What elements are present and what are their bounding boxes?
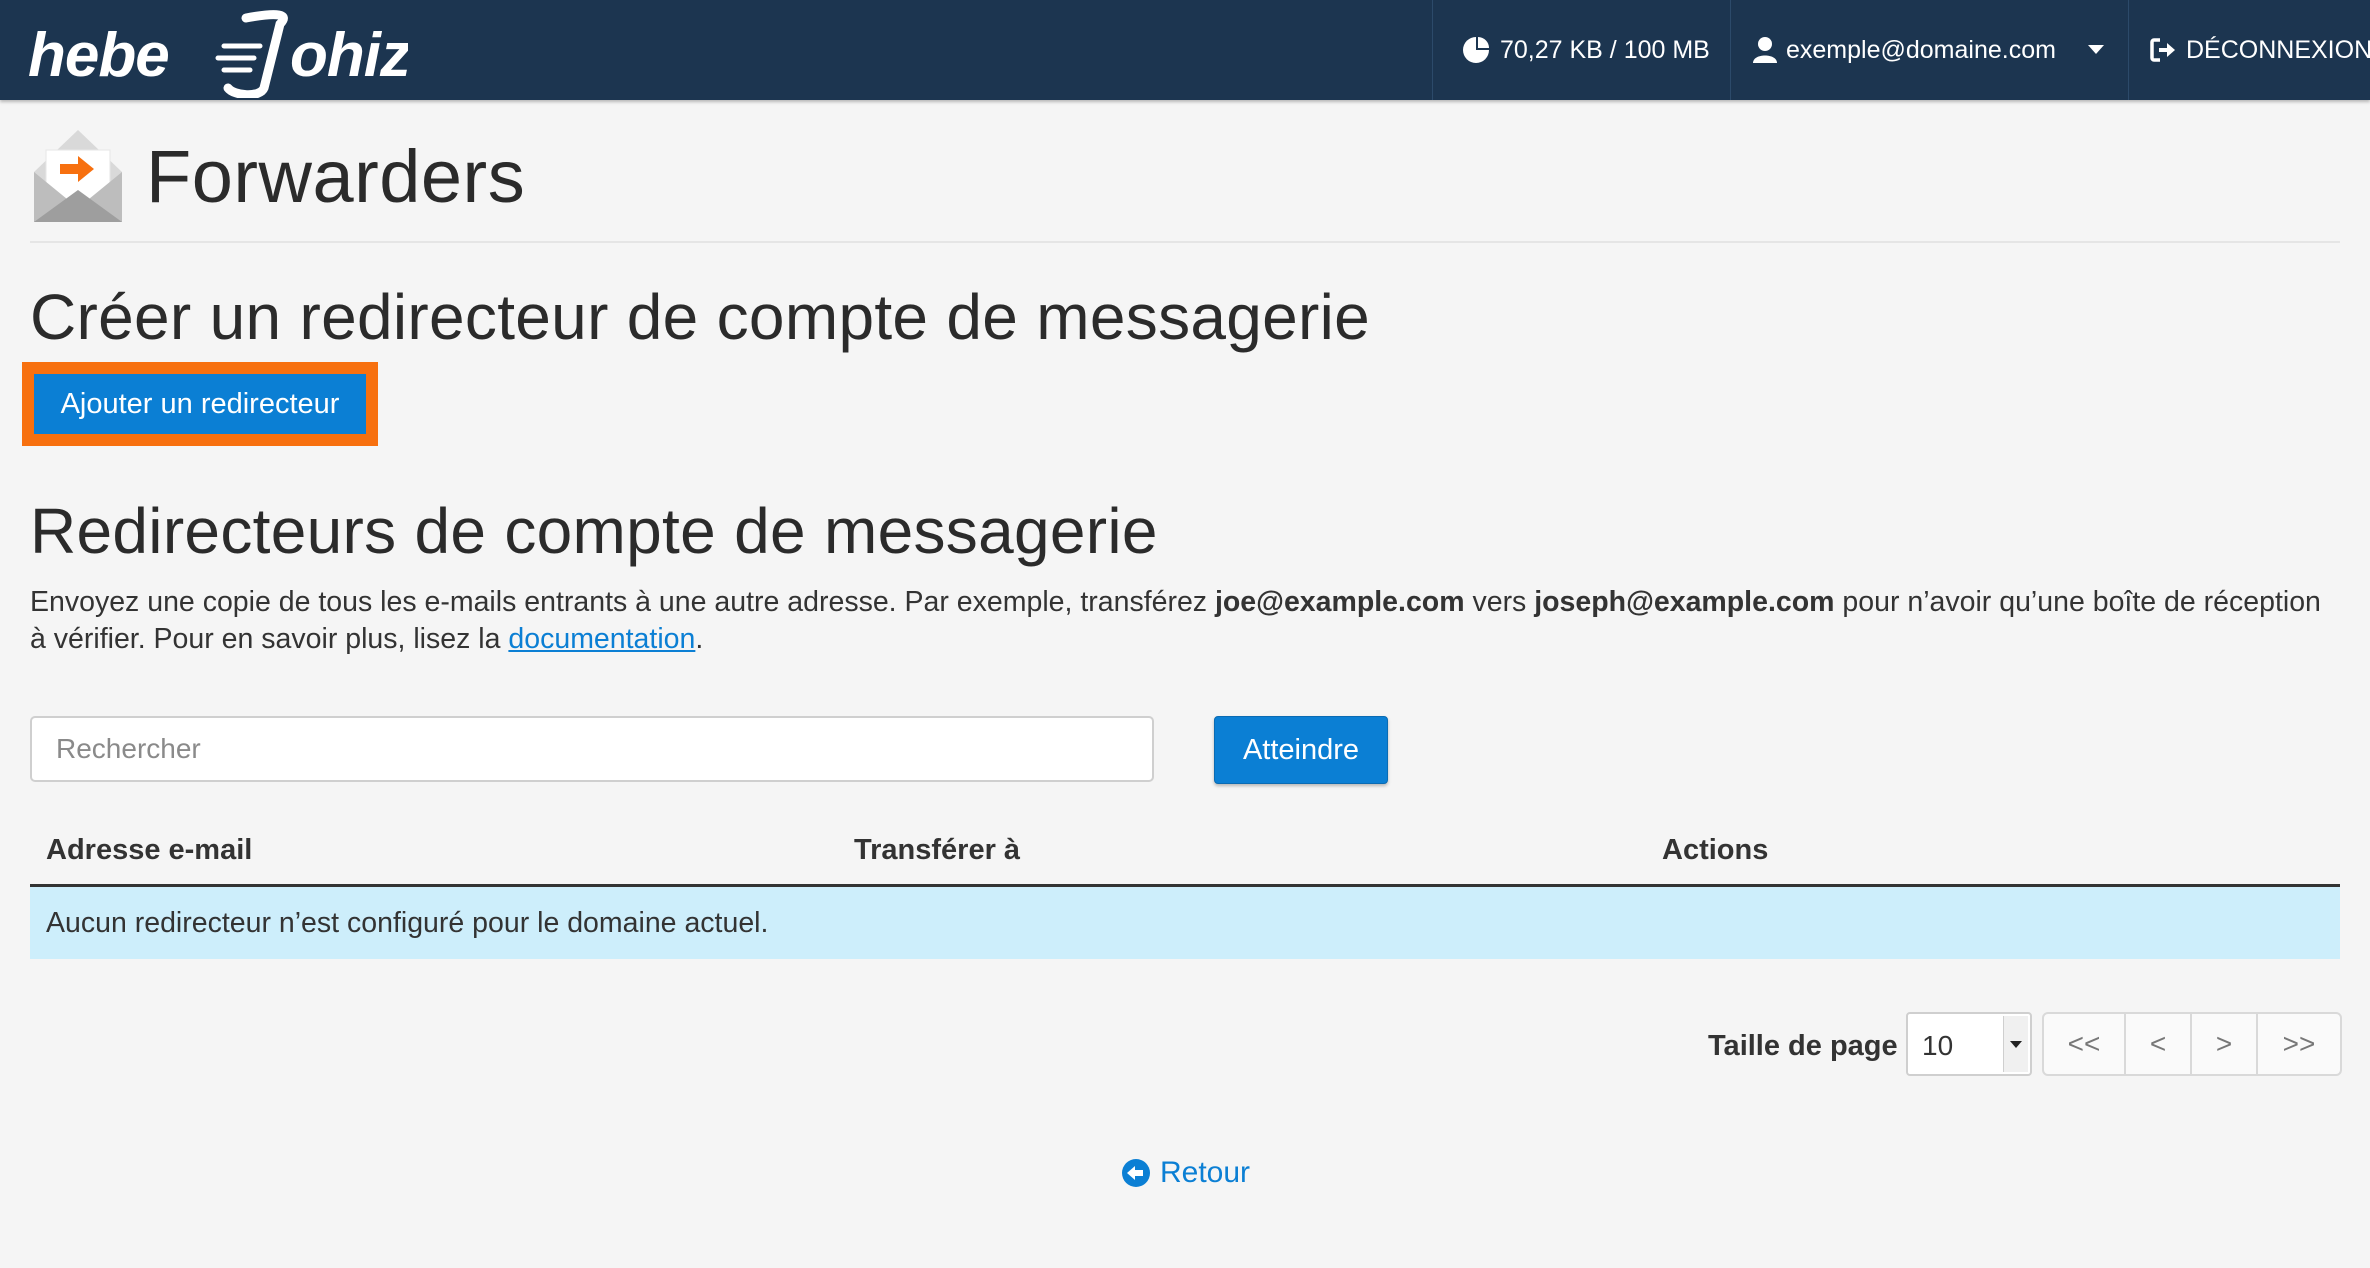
select-arrow-icon bbox=[2003, 1016, 2028, 1072]
first-page-button[interactable]: << bbox=[2044, 1014, 2126, 1074]
column-header-actions: Actions bbox=[1662, 834, 1769, 866]
forwarders-list-heading: Redirecteurs de compte de messagerie bbox=[30, 495, 1158, 567]
disk-usage-text: 70,27 KB / 100 MB bbox=[1500, 35, 1710, 64]
pie-chart-icon bbox=[1463, 35, 1491, 63]
documentation-link[interactable]: documentation bbox=[508, 623, 695, 655]
forwarders-description: Envoyez une copie de tous les e-mails en… bbox=[30, 584, 2330, 658]
create-forwarder-heading: Créer un redirecteur de compte de messag… bbox=[30, 281, 1371, 353]
empty-message: Aucun redirecteur n’est configuré pour l… bbox=[46, 906, 769, 939]
page-size-select[interactable]: 10 bbox=[1906, 1012, 2032, 1076]
header-divider bbox=[30, 241, 2340, 243]
next-page-button[interactable]: > bbox=[2192, 1014, 2258, 1074]
arrow-left-circle-icon bbox=[1122, 1159, 1150, 1187]
search-go-button[interactable]: Atteindre bbox=[1214, 716, 1388, 784]
caret-down-icon bbox=[2088, 45, 2104, 54]
column-header-forward-to[interactable]: Transférer à bbox=[854, 834, 1020, 867]
table-empty-row: Aucun redirecteur n’est configuré pour l… bbox=[30, 887, 2340, 959]
forwarders-table: Adresse e-mail Transférer à Actions Aucu… bbox=[30, 820, 2340, 959]
back-link[interactable]: Retour bbox=[1122, 1156, 1250, 1190]
page-header: Forwarders bbox=[30, 126, 525, 226]
column-header-email[interactable]: Adresse e-mail bbox=[46, 834, 252, 867]
pagination: Taille de page 10 << < > >> bbox=[1700, 1012, 2342, 1078]
page-size-value: 10 bbox=[1922, 1030, 1954, 1061]
email-forward-icon bbox=[34, 130, 122, 222]
page-nav-group: << < > >> bbox=[2042, 1012, 2342, 1076]
navbar-divider bbox=[2128, 0, 2129, 100]
navbar-divider bbox=[1730, 0, 1731, 100]
top-navbar: hebe ohiz 70,27 KB / 100 MB exemple@doma… bbox=[0, 0, 2370, 100]
last-page-button[interactable]: >> bbox=[2258, 1014, 2340, 1074]
svg-text:ohiz: ohiz bbox=[290, 21, 408, 90]
add-forwarder-button[interactable]: Ajouter un redirecteur bbox=[34, 374, 366, 434]
disk-usage: 70,27 KB / 100 MB bbox=[1460, 0, 1710, 100]
back-label: Retour bbox=[1160, 1156, 1251, 1189]
navbar-divider bbox=[1432, 0, 1433, 100]
desc-example-email: joseph@example.com bbox=[1534, 586, 1835, 618]
brand-logo[interactable]: hebe ohiz bbox=[28, 6, 408, 98]
user-email: exemple@domaine.com bbox=[1786, 35, 2056, 64]
add-forwarder-highlight: Ajouter un redirecteur bbox=[22, 362, 378, 446]
page-size-label: Taille de page bbox=[1708, 1030, 1898, 1062]
user-menu[interactable]: exemple@domaine.com bbox=[1752, 0, 2056, 100]
desc-example-email: joe@example.com bbox=[1214, 586, 1465, 618]
desc-text: . bbox=[695, 623, 704, 655]
search-input[interactable] bbox=[30, 716, 1154, 782]
page-title: Forwarders bbox=[146, 134, 526, 218]
desc-text: Envoyez une copie de tous les e-mails en… bbox=[30, 586, 1215, 618]
desc-text: vers bbox=[1464, 586, 1535, 618]
user-icon bbox=[1753, 37, 1777, 63]
svg-text:hebe: hebe bbox=[28, 21, 169, 90]
logout-icon bbox=[2150, 38, 2175, 62]
table-header: Adresse e-mail Transférer à Actions bbox=[30, 820, 2340, 887]
prev-page-button[interactable]: < bbox=[2126, 1014, 2192, 1074]
logout-button[interactable]: DÉCONNEXION bbox=[2150, 0, 2370, 100]
logout-label: DÉCONNEXION bbox=[2186, 35, 2370, 64]
user-menu-dropdown[interactable] bbox=[2080, 0, 2120, 100]
